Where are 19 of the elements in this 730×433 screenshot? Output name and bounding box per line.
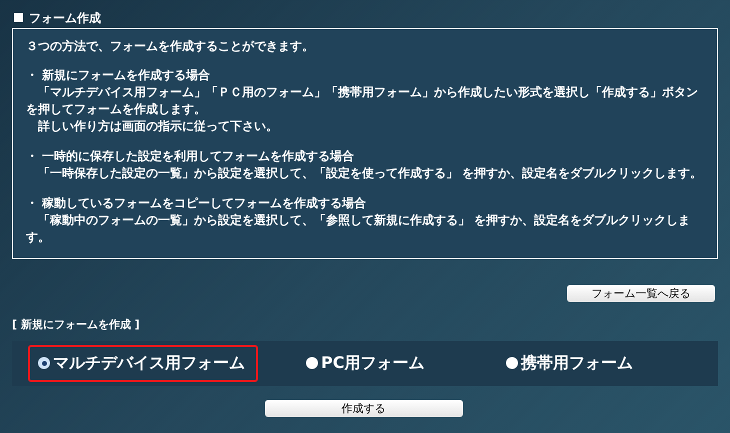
radio-button[interactable] <box>506 357 518 369</box>
instruction-text: 「マルチデバイス用フォーム」「ＰＣ用のフォーム」「携帯用フォーム」から作成したい形式を選択し「作成する」ボタンを押してフォームを作成します。 <box>26 84 699 118</box>
back-to-list-button[interactable]: フォーム一覧へ戻る <box>567 285 715 302</box>
instruction-text: 詳しい作り方は画面の指示に従って下さい。 <box>36 118 279 135</box>
bullet-heading: ・ 稼動しているフォームをコピーしてフォームを作成する場合 <box>26 195 368 212</box>
intro-text: ３つの方法で、フォームを作成することができます。 <box>26 38 315 54</box>
bullet-heading: ・ 新規にフォームを作成する場合 <box>26 67 212 84</box>
radio-button[interactable] <box>38 357 50 369</box>
radio-option[interactable]: PC用フォーム <box>296 344 458 382</box>
radio-option[interactable]: マルチデバイス用フォーム <box>28 344 258 382</box>
radio-button[interactable] <box>306 357 318 369</box>
square-icon <box>14 13 23 22</box>
bullet-heading: ・ 一時的に保存した設定を利用してフォームを作成する場合 <box>26 148 356 165</box>
instruction-text: 「稼動中のフォームの一覧」から設定を選択して、「参照して新規に作成する」 を押すか、設定名をダブルクリックします。 <box>26 212 692 246</box>
section-title: フォーム作成 <box>29 10 101 26</box>
instruction-text: 「一時保存した設定の一覧」から設定を選択して、「設定を使って作成する」 を押すか、設定名をダブルクリックします。 <box>37 165 704 182</box>
create-button[interactable]: 作成する <box>264 400 462 416</box>
section-heading: [ 新規にフォームを作成 ] <box>12 317 141 333</box>
radio-option[interactable]: 携帯用フォーム <box>496 344 656 382</box>
